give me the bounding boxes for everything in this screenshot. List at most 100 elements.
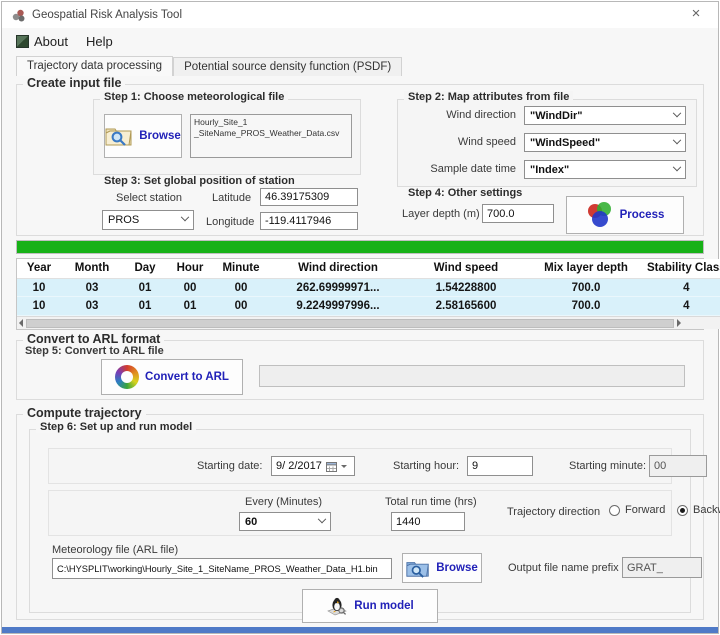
starting-minute-input[interactable] bbox=[649, 455, 707, 477]
met-file-name-line1: Hourly_Site_1 bbox=[194, 117, 348, 128]
cell: 00 bbox=[213, 282, 269, 294]
col-hour: Hour bbox=[167, 262, 213, 274]
menu-about-label: About bbox=[34, 34, 68, 49]
col-month: Month bbox=[61, 262, 123, 274]
close-button[interactable]: × bbox=[686, 5, 706, 22]
convert-arl-group: Convert to ARL format Step 5: Convert to… bbox=[16, 340, 704, 400]
cell: 01 bbox=[167, 300, 213, 312]
every-minutes-select[interactable]: 60 bbox=[239, 512, 331, 531]
every-minutes-label: Every (Minutes) bbox=[245, 496, 322, 508]
starting-hour-label: Starting hour: bbox=[393, 460, 459, 472]
start-time-row: Starting date: 9/ 2/2017 Starting hour: … bbox=[48, 448, 672, 484]
cell: 262.69999971... bbox=[269, 282, 407, 294]
step6-group: Step 6: Set up and run model Starting da… bbox=[29, 429, 691, 613]
cell: 03 bbox=[61, 300, 123, 312]
total-run-time-input[interactable] bbox=[391, 512, 465, 531]
output-prefix-input[interactable] bbox=[622, 557, 702, 578]
wind-speed-value: "WindSpeed" bbox=[530, 137, 600, 149]
radio-backward[interactable]: Backward bbox=[677, 504, 720, 516]
chevron-down-icon bbox=[341, 465, 347, 468]
every-minutes-value: 60 bbox=[245, 516, 257, 528]
tab-bar: Trajectory data processing Potential sou… bbox=[2, 55, 718, 76]
cell: 00 bbox=[167, 282, 213, 294]
convert-progressbar bbox=[259, 365, 685, 387]
starting-minute-label: Starting minute: bbox=[569, 460, 646, 472]
layer-depth-label: Layer depth (m) bbox=[402, 208, 480, 220]
cell: 700.0 bbox=[525, 300, 647, 312]
browse-arl-button[interactable]: Browse bbox=[402, 553, 482, 583]
menu-help[interactable]: Help bbox=[86, 34, 113, 49]
latitude-input[interactable] bbox=[260, 188, 358, 206]
table-row[interactable]: 10 03 01 01 00 9.2249997996... 2.5816560… bbox=[17, 297, 720, 316]
forward-label: Forward bbox=[625, 504, 665, 516]
col-wind-speed: Wind speed bbox=[407, 262, 525, 274]
sample-date-time-select[interactable]: "Index" bbox=[524, 160, 686, 179]
compute-trajectory-title: Compute trajectory bbox=[23, 406, 146, 420]
menu-help-label: Help bbox=[86, 34, 113, 49]
layer-depth-input[interactable] bbox=[482, 204, 554, 223]
convert-arl-title: Convert to ARL format bbox=[23, 332, 164, 346]
met-arl-file-label: Meteorology file (ARL file) bbox=[52, 544, 178, 556]
tab-psdf[interactable]: Potential source density function (PSDF) bbox=[173, 57, 402, 76]
wind-direction-select[interactable]: "WindDir" bbox=[524, 106, 686, 125]
step1-group: Step 1: Choose meteorological file Brows… bbox=[93, 99, 361, 175]
horizontal-scrollbar[interactable] bbox=[17, 316, 720, 329]
output-prefix-label: Output file name prefix bbox=[508, 562, 619, 574]
step4-title: Step 4: Other settings bbox=[404, 187, 526, 199]
horizontal-scroll-thumb[interactable] bbox=[26, 319, 674, 328]
title-bar: Geospatial Risk Analysis Tool × bbox=[2, 2, 718, 28]
radio-circle-backward bbox=[677, 505, 688, 516]
table-row[interactable]: 10 03 01 00 00 262.69999971... 1.5422880… bbox=[17, 279, 720, 298]
sample-date-time-value: "Index" bbox=[530, 164, 569, 176]
run-options-row: Every (Minutes) 60 Total run time (hrs) … bbox=[48, 490, 672, 536]
select-station-label: Select station bbox=[116, 192, 182, 204]
starting-hour-input[interactable] bbox=[467, 456, 533, 476]
cell: 9.2249997996... bbox=[269, 300, 407, 312]
scroll-right-icon[interactable] bbox=[677, 319, 681, 327]
cell: 10 bbox=[17, 300, 61, 312]
trajectory-direction-label: Trajectory direction bbox=[507, 506, 600, 518]
radio-forward[interactable]: Forward bbox=[609, 504, 665, 516]
col-day: Day bbox=[123, 262, 167, 274]
convert-to-arl-button[interactable]: Convert to ARL bbox=[101, 359, 243, 395]
station-select[interactable]: PROS bbox=[102, 210, 194, 230]
step2-title: Step 2: Map attributes from file bbox=[404, 91, 573, 103]
latitude-label: Latitude bbox=[212, 192, 251, 204]
app-icon bbox=[12, 9, 25, 22]
scroll-left-icon[interactable] bbox=[19, 319, 23, 327]
cell: 01 bbox=[123, 300, 167, 312]
window-bottom-border bbox=[2, 627, 718, 633]
cell: 03 bbox=[61, 282, 123, 294]
starting-date-picker[interactable]: 9/ 2/2017 bbox=[271, 456, 355, 476]
convert-to-arl-label: Convert to ARL bbox=[145, 371, 229, 383]
col-minute: Minute bbox=[213, 262, 269, 274]
menu-about[interactable]: About bbox=[16, 34, 68, 49]
main-progressbar bbox=[16, 240, 704, 254]
color-ring-icon bbox=[115, 365, 139, 389]
browse-arl-label: Browse bbox=[436, 562, 478, 574]
cell: 700.0 bbox=[525, 282, 647, 294]
rgb-circles-icon bbox=[586, 202, 614, 228]
wind-speed-select[interactable]: "WindSpeed" bbox=[524, 133, 686, 152]
step3-group: Step 3: Set global position of station S… bbox=[93, 183, 361, 233]
menu-bar: About Help bbox=[2, 29, 718, 54]
starting-date-value: 9/ 2/2017 bbox=[276, 460, 322, 472]
browse-met-file-label: Browse bbox=[139, 130, 181, 142]
folder-search-icon bbox=[105, 125, 133, 147]
cell: 4 bbox=[647, 300, 720, 312]
longitude-input[interactable] bbox=[260, 212, 358, 230]
cell: 2.58165600 bbox=[407, 300, 525, 312]
process-button[interactable]: Process bbox=[566, 196, 684, 234]
cell: 10 bbox=[17, 282, 61, 294]
process-label: Process bbox=[620, 209, 665, 221]
col-wind-direction: Wind direction bbox=[269, 262, 407, 274]
tab-trajectory-data-processing[interactable]: Trajectory data processing bbox=[16, 56, 173, 76]
browse-met-file-button[interactable]: Browse bbox=[104, 114, 182, 158]
cell: 01 bbox=[123, 282, 167, 294]
app-window: Geospatial Risk Analysis Tool × About He… bbox=[1, 1, 719, 634]
main-progressbar-fill bbox=[17, 241, 703, 253]
chevron-down-icon bbox=[673, 162, 681, 170]
run-model-button[interactable]: Run model bbox=[302, 589, 438, 623]
backward-label: Backward bbox=[693, 504, 720, 516]
met-arl-file-input[interactable] bbox=[52, 558, 392, 579]
